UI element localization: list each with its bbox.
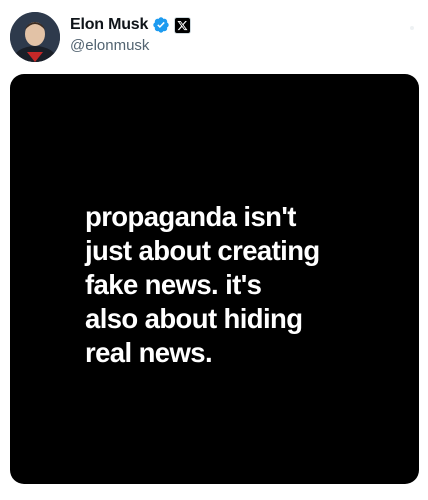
media-quote-text: propaganda isn't just about creating fak… [85,201,320,368]
name-row: Elon Musk [70,14,192,36]
author-identity: Elon Musk @elonmusk [70,14,192,54]
tweet-media-image[interactable]: propaganda isn't just about creating fak… [10,74,419,484]
author-handle[interactable]: @elonmusk [70,37,191,54]
avatar[interactable] [10,12,60,62]
tweet-card: Elon Musk @elonmusk propaganda isn't jus… [0,0,428,500]
verified-badge-icon[interactable] [152,16,170,34]
tweet-header: Elon Musk @elonmusk [0,0,428,70]
author-display-name[interactable]: Elon Musk [70,16,148,34]
x-logo-icon[interactable] [174,16,192,34]
avatar-portrait-icon [10,12,60,62]
more-options-icon[interactable] [410,26,414,30]
